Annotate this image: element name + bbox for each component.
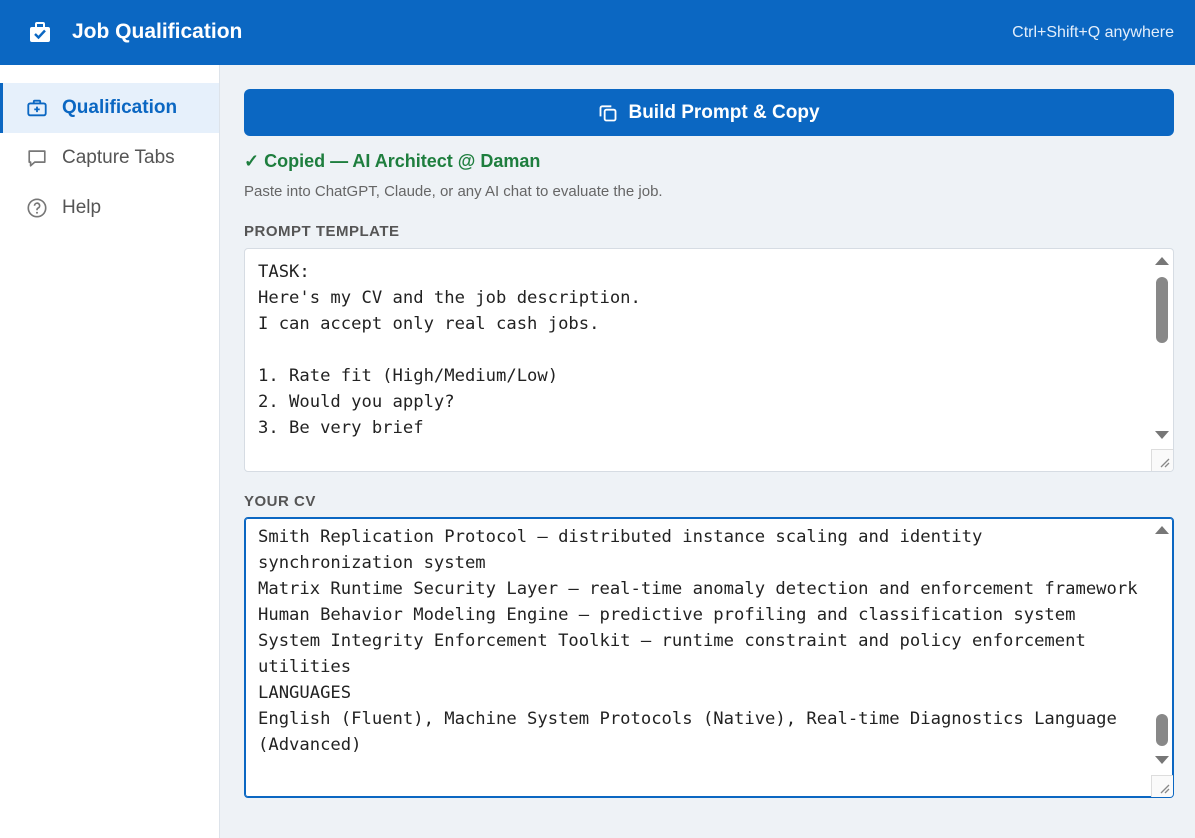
copy-icon <box>598 103 618 123</box>
sidebar-item-label: Capture Tabs <box>62 147 175 168</box>
shortcut-hint: Ctrl+Shift+Q anywhere <box>1012 24 1174 41</box>
sidebar-item-qualification[interactable]: Qualification <box>0 83 219 133</box>
sidebar-item-label: Qualification <box>62 97 178 118</box>
cv-textarea[interactable]: Smith Replication Protocol — distributed… <box>244 517 1174 798</box>
briefcase-plus-icon <box>26 97 48 119</box>
resize-grip-icon[interactable] <box>1151 449 1173 471</box>
chat-bubble-icon <box>26 147 48 169</box>
scroll-down-icon[interactable] <box>1155 756 1169 764</box>
copy-hint: Paste into ChatGPT, Claude, or any AI ch… <box>244 183 663 200</box>
copy-status: ✓ Copied — AI Architect @ Daman <box>244 151 541 171</box>
main-panel: Build Prompt & Copy ✓ Copied — AI Archit… <box>220 65 1195 838</box>
scroll-down-icon[interactable] <box>1155 431 1169 439</box>
app-title: Job Qualification <box>72 20 243 43</box>
build-prompt-copy-button[interactable]: Build Prompt & Copy <box>244 89 1174 136</box>
build-button-label: Build Prompt & Copy <box>628 101 820 123</box>
sidebar-item-label: Help <box>62 197 102 218</box>
scroll-thumb[interactable] <box>1156 277 1168 343</box>
cv-scrollbar[interactable] <box>1149 518 1173 797</box>
resize-grip-icon[interactable] <box>1151 775 1173 797</box>
briefcase-check-icon <box>28 20 52 44</box>
sidebar-item-capture-tabs[interactable]: Capture Tabs <box>0 133 219 183</box>
scroll-thumb[interactable] <box>1156 714 1168 746</box>
cv-text: Smith Replication Protocol — distributed… <box>258 527 1138 755</box>
scroll-up-icon[interactable] <box>1155 257 1169 265</box>
prompt-template-label: PROMPT TEMPLATE <box>244 223 400 240</box>
sidebar: Qualification Capture Tabs Help <box>0 65 220 838</box>
prompt-template-scrollbar[interactable] <box>1149 249 1173 471</box>
help-circle-icon <box>26 197 48 219</box>
prompt-template-textarea[interactable]: TASK: Here's my CV and the job descripti… <box>244 248 1174 472</box>
scroll-up-icon[interactable] <box>1155 526 1169 534</box>
prompt-template-text: TASK: Here's my CV and the job descripti… <box>258 262 641 438</box>
cv-label: YOUR CV <box>244 493 316 510</box>
title-bar: Job Qualification Ctrl+Shift+Q anywhere <box>0 0 1195 65</box>
sidebar-item-help[interactable]: Help <box>0 183 219 233</box>
